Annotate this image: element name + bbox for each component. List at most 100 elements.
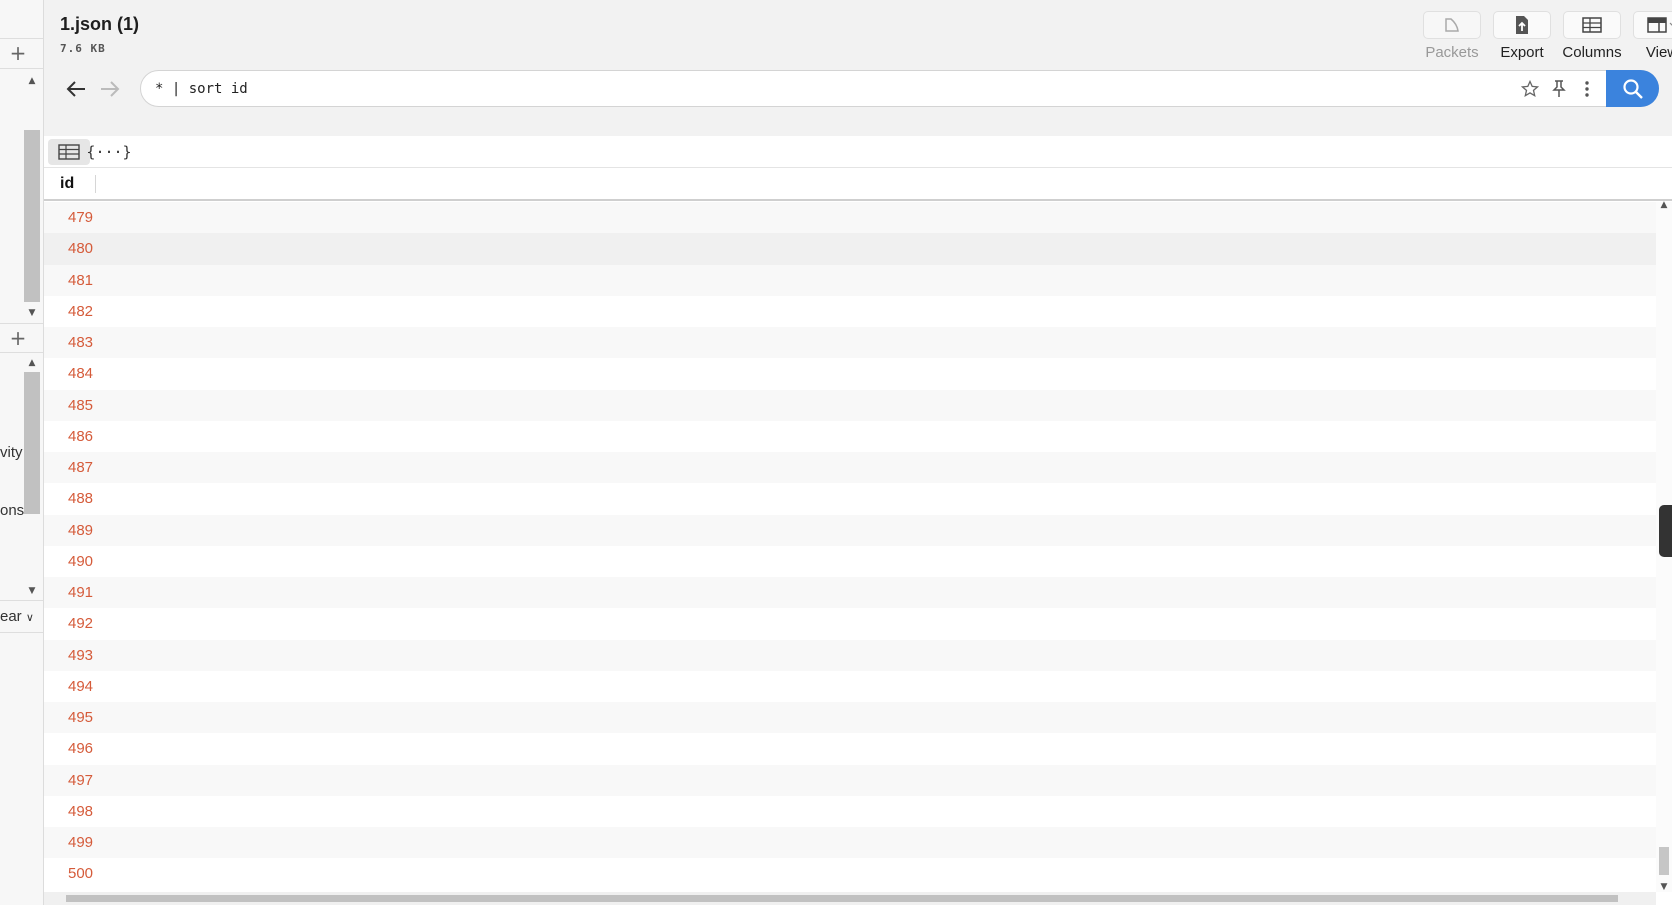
header: 1.json (1) 7.6 KB Packets Export Columns… bbox=[44, 0, 1672, 136]
table-row[interactable]: 479 bbox=[44, 202, 1656, 234]
table-row[interactable]: 486 bbox=[44, 420, 1656, 452]
scroll-up-icon[interactable]: ▲ bbox=[1659, 200, 1669, 210]
side-panel-tab[interactable] bbox=[1659, 505, 1672, 557]
sidebar-item-options[interactable]: ons bbox=[0, 502, 24, 519]
table-view-button[interactable] bbox=[48, 139, 90, 165]
export-button[interactable]: Export bbox=[1492, 11, 1552, 61]
table-row[interactable]: 482 bbox=[44, 295, 1656, 327]
table-row[interactable]: 495 bbox=[44, 702, 1656, 734]
sidebar-clear-dropdown[interactable]: ear ∨ bbox=[0, 608, 34, 625]
file-size: 7.6 KB bbox=[60, 42, 106, 55]
id-cell: 499 bbox=[68, 834, 94, 851]
sidebar-scrollbar-thumb[interactable] bbox=[24, 372, 40, 514]
id-cell: 498 bbox=[68, 802, 94, 820]
sidebar-clear-label: ear bbox=[0, 608, 22, 625]
id-cell: 493 bbox=[68, 646, 94, 664]
id-cell: 480 bbox=[68, 240, 94, 258]
table-row[interactable]: 483 bbox=[44, 327, 1656, 359]
id-cell: 497 bbox=[68, 771, 94, 789]
id-cell: 490 bbox=[68, 552, 94, 570]
add-icon[interactable]: + bbox=[8, 43, 28, 63]
view-button[interactable]: View bbox=[1632, 11, 1672, 61]
table-row[interactable]: 489 bbox=[44, 514, 1656, 546]
table-icon bbox=[58, 144, 80, 160]
export-label: Export bbox=[1500, 44, 1544, 61]
sidebar-divider bbox=[0, 632, 43, 633]
table-row[interactable]: 493 bbox=[44, 639, 1656, 671]
left-sidebar: + ▲ ▼ + ▲ vity ons ▼ ear ∨ bbox=[0, 0, 44, 905]
table-row[interactable]: 499 bbox=[44, 827, 1656, 859]
table-row[interactable]: 500 bbox=[44, 858, 1656, 890]
sidebar-scrollbar-thumb[interactable] bbox=[24, 130, 40, 302]
pin-icon bbox=[1552, 80, 1566, 97]
more-vertical-icon bbox=[1585, 81, 1589, 97]
id-cell: 483 bbox=[68, 334, 94, 351]
table-row[interactable]: 496 bbox=[44, 733, 1656, 765]
table-row[interactable]: 490 bbox=[44, 545, 1656, 577]
id-cell: 484 bbox=[68, 365, 94, 383]
table-row[interactable]: 485 bbox=[44, 389, 1656, 421]
json-view-button[interactable]: {···} bbox=[86, 139, 131, 165]
packets-label: Packets bbox=[1425, 44, 1479, 61]
search-icon bbox=[1622, 78, 1643, 99]
back-button[interactable] bbox=[62, 76, 90, 102]
table-horizontal-scrollbar[interactable] bbox=[44, 892, 1656, 905]
sidebar-item-activity[interactable]: vity bbox=[0, 444, 23, 461]
export-icon-button[interactable] bbox=[1493, 11, 1551, 39]
arrow-left-icon bbox=[66, 81, 85, 97]
star-icon bbox=[1521, 80, 1539, 98]
forward-button[interactable] bbox=[96, 76, 124, 102]
id-cell: 496 bbox=[68, 740, 94, 758]
table-row[interactable]: 492 bbox=[44, 608, 1656, 640]
columns-icon bbox=[1582, 17, 1602, 33]
columns-label: Columns bbox=[1562, 44, 1622, 61]
id-cell: 495 bbox=[68, 709, 94, 726]
table-scrollbar-thumb[interactable] bbox=[1659, 847, 1669, 875]
table-row[interactable]: 494 bbox=[44, 670, 1656, 702]
packets-icon-button[interactable] bbox=[1423, 11, 1481, 39]
columns-icon-button[interactable] bbox=[1563, 11, 1621, 39]
table-row[interactable]: 481 bbox=[44, 264, 1656, 296]
arrow-right-icon bbox=[101, 81, 120, 97]
export-icon bbox=[1516, 16, 1528, 34]
table-row[interactable]: 487 bbox=[44, 452, 1656, 484]
scroll-down-icon[interactable]: ▼ bbox=[27, 308, 37, 318]
scroll-up-icon[interactable]: ▲ bbox=[27, 358, 37, 368]
view-label: View bbox=[1645, 44, 1672, 61]
scroll-down-icon[interactable]: ▼ bbox=[27, 586, 37, 596]
id-cell: 494 bbox=[68, 677, 94, 695]
packets-button[interactable]: Packets bbox=[1422, 11, 1482, 61]
table-row[interactable]: 497 bbox=[44, 764, 1656, 796]
sidebar-divider bbox=[0, 323, 43, 324]
columns-button[interactable]: Columns bbox=[1562, 11, 1622, 61]
favorite-button[interactable] bbox=[1520, 79, 1540, 99]
table-row[interactable]: 491 bbox=[44, 577, 1656, 609]
table-row[interactable]: 480 bbox=[44, 233, 1656, 265]
id-cell: 487 bbox=[68, 459, 94, 476]
sidebar-divider bbox=[0, 600, 43, 601]
scroll-up-icon[interactable]: ▲ bbox=[27, 76, 37, 86]
app-window: + ▲ ▼ + ▲ vity ons ▼ ear ∨ 1.json (1) 7.… bbox=[0, 0, 1672, 905]
search-bar bbox=[140, 70, 1659, 107]
table-row[interactable]: 488 bbox=[44, 483, 1656, 515]
horizontal-scrollbar-thumb[interactable] bbox=[66, 895, 1618, 902]
sidebar-divider bbox=[0, 38, 43, 39]
sidebar-divider bbox=[0, 352, 43, 353]
add-icon[interactable]: + bbox=[8, 328, 28, 348]
id-cell: 489 bbox=[68, 521, 94, 539]
id-cell: 500 bbox=[68, 865, 94, 883]
id-cell: 486 bbox=[68, 427, 94, 445]
view-icon-button[interactable] bbox=[1633, 11, 1672, 39]
more-options-button[interactable] bbox=[1577, 79, 1597, 99]
table-row[interactable]: 484 bbox=[44, 358, 1656, 390]
pin-button[interactable] bbox=[1549, 79, 1569, 99]
search-input[interactable] bbox=[155, 79, 1405, 99]
table-row[interactable]: 498 bbox=[44, 795, 1656, 827]
packets-icon bbox=[1445, 18, 1459, 32]
search-button[interactable] bbox=[1606, 70, 1659, 107]
column-resize-handle[interactable] bbox=[95, 175, 96, 193]
sidebar-divider bbox=[0, 68, 43, 69]
column-header-id[interactable]: id bbox=[60, 175, 74, 193]
scroll-down-icon[interactable]: ▼ bbox=[1659, 882, 1669, 892]
chevron-down-icon: ∨ bbox=[25, 611, 34, 624]
